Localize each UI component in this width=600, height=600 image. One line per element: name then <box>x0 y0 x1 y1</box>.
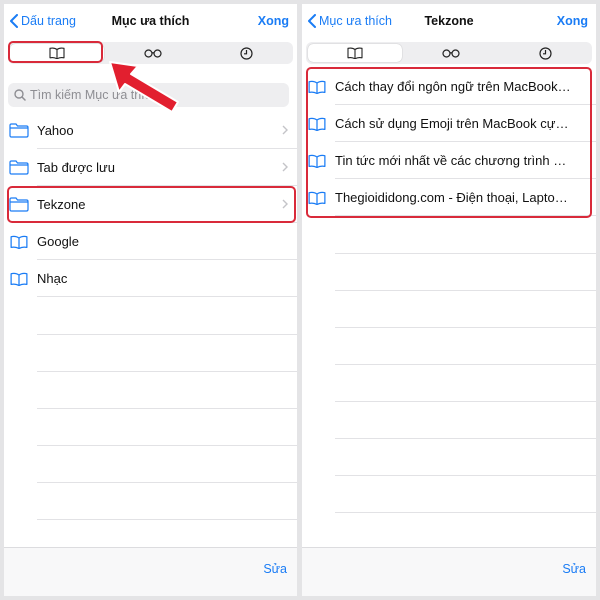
divider <box>37 445 297 446</box>
list-item-label: Nhạc <box>37 271 68 286</box>
book-icon <box>347 47 363 59</box>
list-item-label: Google <box>37 234 79 249</box>
list-item-label: Cách thay đổi ngôn ngữ trên MacBook cực … <box>335 79 571 94</box>
back-button[interactable]: Mục ưa thích <box>308 14 392 28</box>
divider <box>335 475 596 476</box>
annotation-arrow <box>109 61 179 113</box>
book-icon <box>307 117 327 131</box>
divider <box>335 401 596 402</box>
back-label: Dấu trang <box>21 14 76 28</box>
tab-history[interactable] <box>498 42 592 64</box>
tab-bookmarks[interactable] <box>10 44 104 62</box>
list-item[interactable]: Tab được lưu <box>4 149 297 186</box>
divider <box>37 408 297 409</box>
list-item-label: Tekzone <box>37 197 86 212</box>
back-button[interactable]: Dấu trang <box>10 14 76 28</box>
list-item[interactable]: Nhạc <box>4 260 297 297</box>
chevron-left-icon <box>10 14 18 28</box>
favorites-list: Yahoo Tab được lưu Tekzone Google Nhạc <box>4 112 297 297</box>
divider <box>335 438 596 439</box>
folder-icon <box>9 160 29 175</box>
divider <box>37 482 297 483</box>
list-item-label: Tab được lưu <box>37 160 115 175</box>
list-item-label: Thegioididong.com - Điện thoại, Laptop, … <box>335 190 571 205</box>
list-item[interactable]: Cách thay đổi ngôn ngữ trên MacBook cực … <box>302 68 596 105</box>
book-icon <box>9 235 29 249</box>
chevron-right-icon <box>282 199 288 209</box>
edit-button[interactable]: Sửa <box>263 562 287 576</box>
book-icon <box>307 80 327 94</box>
bottom-toolbar: Sửa <box>302 547 596 596</box>
list-item-label: Yahoo <box>37 123 74 138</box>
folder-icon <box>9 123 29 138</box>
tab-bookmarks[interactable] <box>308 44 402 62</box>
divider <box>335 253 596 254</box>
list-item[interactable]: Thegioididong.com - Điện thoại, Laptop, … <box>302 179 596 216</box>
list-item[interactable]: Cách sử dụng Emoji trên MacBook cực đơn … <box>302 105 596 142</box>
clock-icon <box>240 46 253 60</box>
list-item[interactable]: Google <box>4 223 297 260</box>
nav-bar: Dấu trang Mục ưa thích Xong <box>4 4 297 42</box>
chevron-right-icon <box>282 162 288 172</box>
done-button[interactable]: Xong <box>258 14 289 28</box>
tekzone-folder-screen: Mục ưa thích Tekzone Xong Cách thay đổi … <box>302 4 596 596</box>
chevron-right-icon <box>282 125 288 135</box>
divider <box>37 519 297 520</box>
list-item-label: Tin tức mới nhất về các chương trình khu… <box>335 153 571 168</box>
folder-icon <box>9 197 29 212</box>
chevron-left-icon <box>308 14 316 28</box>
bottom-toolbar: Sửa <box>4 547 297 596</box>
edit-button[interactable]: Sửa <box>562 562 586 576</box>
bookmarks-list: Cách thay đổi ngôn ngữ trên MacBook cực … <box>302 68 596 216</box>
list-item[interactable]: Tekzone <box>4 186 297 223</box>
book-icon <box>307 191 327 205</box>
nav-bar: Mục ưa thích Tekzone Xong <box>302 4 596 42</box>
search-icon <box>14 89 26 101</box>
book-icon <box>9 272 29 286</box>
divider <box>37 371 297 372</box>
clock-icon <box>538 46 552 60</box>
tab-history[interactable] <box>199 42 293 64</box>
list-item[interactable]: Tin tức mới nhất về các chương trình khu… <box>302 142 596 179</box>
divider <box>37 334 297 335</box>
tab-reading-list[interactable] <box>404 42 498 64</box>
done-button[interactable]: Xong <box>557 14 588 28</box>
divider <box>335 290 596 291</box>
divider <box>335 512 596 513</box>
segmented-control <box>306 42 592 64</box>
back-label: Mục ưa thích <box>319 14 392 28</box>
book-icon <box>307 154 327 168</box>
divider <box>335 364 596 365</box>
book-icon <box>49 47 65 59</box>
list-item-label: Cách sử dụng Emoji trên MacBook cực đơn … <box>335 116 571 131</box>
divider <box>335 327 596 328</box>
glasses-icon <box>442 48 460 58</box>
